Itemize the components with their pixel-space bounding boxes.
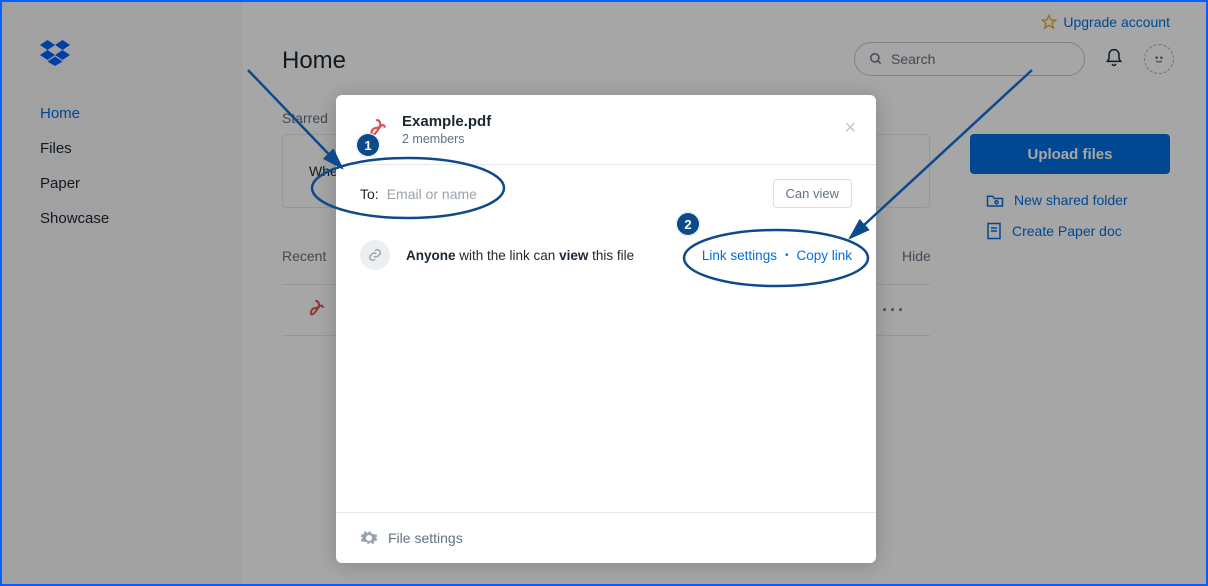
permission-dropdown[interactable]: Can view <box>773 179 852 208</box>
separator-dot: • <box>785 250 789 261</box>
share-to-row: To: Email or name Can view <box>336 165 876 222</box>
modal-members: 2 members <box>402 132 491 146</box>
modal-header: Example.pdf 2 members × <box>336 95 876 165</box>
link-icon <box>360 240 390 270</box>
gear-icon[interactable] <box>360 529 378 547</box>
link-visibility-text: Anyone with the link can view this file <box>406 248 634 263</box>
modal-filename: Example.pdf <box>402 113 491 130</box>
share-recipients-input[interactable]: Email or name <box>387 186 477 202</box>
copy-link-link[interactable]: Copy link <box>796 248 852 263</box>
file-settings-link[interactable]: File settings <box>388 530 463 546</box>
link-visibility-row: Anyone with the link can view this file … <box>336 222 876 288</box>
pdf-file-icon <box>360 117 394 143</box>
to-label: To: <box>360 186 379 202</box>
modal-footer: File settings <box>336 512 876 563</box>
share-modal: Example.pdf 2 members × To: Email or nam… <box>336 95 876 563</box>
close-icon[interactable]: × <box>844 117 856 140</box>
link-settings-link[interactable]: Link settings <box>702 248 777 263</box>
